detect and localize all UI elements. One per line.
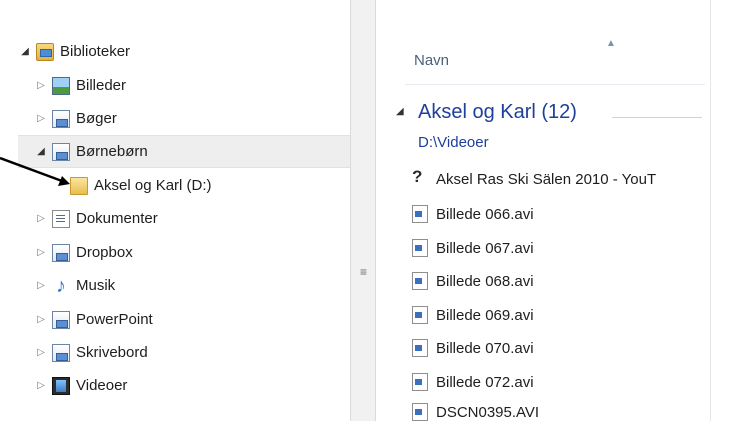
nav-item-aksel-og-karl[interactable]: Aksel og Karl (D:)	[52, 169, 212, 202]
nav-item-boger[interactable]: ▷ Bøger	[34, 102, 117, 135]
web-link-icon	[412, 167, 428, 188]
collapsed-arrow-icon[interactable]: ▷	[34, 280, 48, 291]
document-library-icon	[52, 109, 70, 128]
documents-library-icon	[52, 209, 70, 228]
nav-item-label: Dropbox	[76, 244, 133, 261]
nav-item-biblioteker[interactable]: ◢ Biblioteker	[18, 35, 130, 68]
group-path: D:\Videoer	[418, 134, 489, 151]
pictures-library-icon	[52, 76, 70, 95]
file-row[interactable]: Billede 067.avi	[412, 232, 534, 264]
column-header-name[interactable]: Navn	[414, 52, 449, 69]
video-file-icon	[412, 205, 428, 223]
nav-item-label: Bøger	[76, 110, 117, 127]
nav-item-label: Billeder	[76, 77, 127, 94]
file-name: Billede 067.avi	[436, 239, 534, 257]
nav-item-label: Skrivebord	[76, 344, 148, 361]
video-file-icon	[412, 272, 428, 290]
group-divider	[612, 117, 702, 118]
collapsed-arrow-icon[interactable]: ▷	[34, 213, 48, 224]
nav-item-videoer[interactable]: ▷ Videoer	[34, 369, 127, 402]
file-name: DSCN0395.AVI	[436, 403, 540, 421]
nav-item-label: Dokumenter	[76, 210, 158, 227]
video-file-icon	[412, 306, 428, 324]
expanded-arrow-icon[interactable]: ◢	[34, 146, 48, 157]
collapsed-arrow-icon[interactable]: ▷	[34, 113, 48, 124]
nav-item-label: Biblioteker	[60, 43, 131, 60]
collapsed-arrow-icon[interactable]: ▷	[34, 380, 48, 391]
nav-item-powerpoint[interactable]: ▷ PowerPoint	[34, 303, 153, 336]
nav-item-label: Videoer	[76, 377, 128, 394]
video-file-icon	[412, 339, 428, 357]
file-name: Billede 070.avi	[436, 339, 534, 357]
folder-icon	[70, 176, 88, 195]
file-list: ▲ Navn ◢ Aksel og Karl (12) D:\Videoer A…	[380, 0, 711, 421]
music-library-icon: ♪	[56, 274, 66, 297]
file-name: Billede 072.avi	[436, 373, 534, 391]
file-list-pane: ▲ Navn ◢ Aksel og Karl (12) D:\Videoer A…	[376, 0, 748, 421]
expanded-arrow-icon[interactable]: ◢	[18, 46, 32, 57]
video-file-icon	[412, 239, 428, 257]
file-row[interactable]: Billede 069.avi	[412, 299, 534, 331]
file-name: Aksel Ras Ski Sälen 2010 - YouT	[436, 170, 657, 188]
library-folder-icon	[36, 42, 54, 61]
nav-item-bornebørn[interactable]: ◢ Børnebørn	[18, 135, 350, 168]
document-library-icon	[52, 142, 70, 161]
file-name: Billede 069.avi	[436, 306, 534, 324]
nav-item-label: Børnebørn	[76, 143, 148, 160]
nav-item-label: Musik	[76, 277, 116, 294]
nav-item-musik[interactable]: ▷ ♪ Musik	[34, 269, 115, 302]
sort-ascending-icon: ▲	[606, 38, 616, 49]
navigation-pane: ◢ Biblioteker ▷ Billeder ▷ Bøger ◢ Børne…	[0, 0, 350, 421]
splitter-grip-icon[interactable]: ≡	[360, 265, 367, 279]
video-file-icon	[412, 403, 428, 421]
nav-item-dropbox[interactable]: ▷ Dropbox	[34, 236, 133, 269]
file-row[interactable]: Billede 066.avi	[412, 198, 534, 230]
file-name: Billede 068.avi	[436, 272, 534, 290]
file-row[interactable]: Billede 072.avi	[412, 366, 534, 398]
nav-item-dokumenter[interactable]: ▷ Dokumenter	[34, 202, 158, 235]
file-name: Billede 066.avi	[436, 205, 534, 223]
collapsed-arrow-icon[interactable]: ▷	[34, 347, 48, 358]
group-collapse-icon[interactable]: ◢	[396, 106, 404, 117]
nav-item-skrivebord[interactable]: ▷ Skrivebord	[34, 336, 148, 369]
document-library-icon	[52, 310, 70, 329]
file-row[interactable]: Billede 068.avi	[412, 265, 534, 297]
header-divider	[405, 84, 705, 85]
nav-item-label: Aksel og Karl (D:)	[94, 177, 212, 194]
collapsed-arrow-icon[interactable]: ▷	[34, 247, 48, 258]
file-row[interactable]: DSCN0395.AVI	[412, 396, 539, 428]
group-header-title[interactable]: Aksel og Karl (12)	[418, 101, 577, 124]
videos-library-icon	[52, 376, 70, 395]
document-library-icon	[52, 243, 70, 262]
collapsed-arrow-icon[interactable]: ▷	[34, 80, 48, 91]
nav-item-label: PowerPoint	[76, 311, 153, 328]
video-file-icon	[412, 373, 428, 391]
document-library-icon	[52, 343, 70, 362]
collapsed-arrow-icon[interactable]: ▷	[34, 314, 48, 325]
pane-splitter[interactable]: ≡	[350, 0, 376, 421]
file-row[interactable]: Aksel Ras Ski Sälen 2010 - YouT	[412, 163, 656, 195]
nav-item-billeder[interactable]: ▷ Billeder	[34, 69, 126, 102]
file-row[interactable]: Billede 070.avi	[412, 332, 534, 364]
